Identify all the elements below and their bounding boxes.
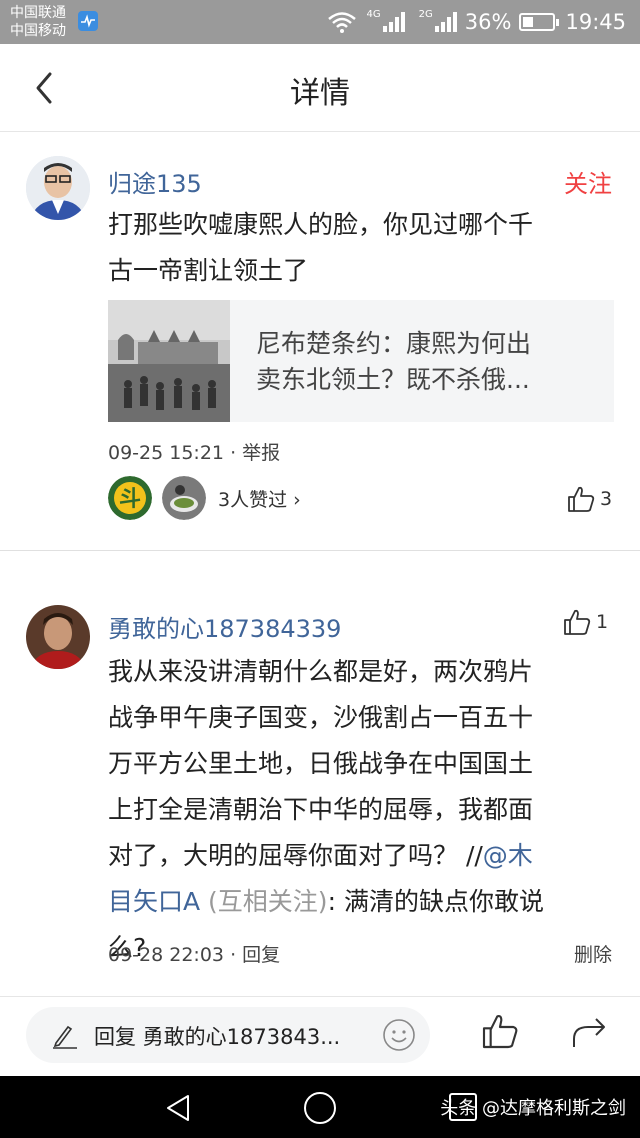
likers-row[interactable]: 斗 3人赞过 › xyxy=(108,475,301,521)
liker-avatar xyxy=(162,476,206,520)
share-icon[interactable] xyxy=(570,1015,610,1051)
nav-back-icon[interactable] xyxy=(162,1092,194,1124)
article-title-line: 卖东北领土？既不杀俄... xyxy=(256,365,530,394)
delete-button[interactable]: 删除 xyxy=(574,940,612,967)
likers-count[interactable]: 3人赞过 › xyxy=(218,485,301,512)
network-type-1: 4G xyxy=(366,8,381,20)
comment-root: 归途135 关注 打那些吹嘘康熙人的脸，你见过哪个千 古一帝割让领土了 尼布楚条… xyxy=(0,132,640,550)
mutual-follow-tag: (互相关注) xyxy=(200,887,328,916)
like-count: 3 xyxy=(600,488,613,510)
signal-icon-1 xyxy=(382,12,407,32)
timestamp: 09-28 22:03 xyxy=(108,944,225,966)
battery-icon xyxy=(519,13,560,31)
follow-button[interactable]: 关注 xyxy=(564,164,612,199)
bottom-bar: 回复 勇敢的心1873843... xyxy=(0,996,640,1076)
comment-meta: 09-25 15:21 · 举报 xyxy=(108,438,280,465)
carrier-1: 中国联通 xyxy=(10,5,66,21)
reply-input[interactable]: 回复 勇敢的心1873843... xyxy=(26,1007,430,1063)
like-count: 1 xyxy=(596,611,609,633)
carrier-info: 中国联通 中国移动 xyxy=(10,4,66,40)
comment-line-text: : 满清的缺点你敢说 xyxy=(327,887,544,916)
status-bar: 中国联通 中国移动 4G 2G 36% 19:45 xyxy=(0,0,640,44)
header: 详情 xyxy=(0,44,640,132)
battery-percent: 36% xyxy=(464,10,512,34)
pencil-icon xyxy=(53,1025,77,1049)
battery-fill xyxy=(523,17,534,27)
thumbs-up-icon xyxy=(568,486,595,512)
comment-line: 我从来没讲清朝什么都是好，两次鸦片 xyxy=(108,657,534,686)
comment-meta: 09-28 22:03 · 回复 xyxy=(108,940,280,967)
comment-line: 万平方公里土地，日俄战争在中国国土 xyxy=(108,749,534,778)
comment-line: 古一帝割让领土了 xyxy=(108,256,309,285)
wifi-icon xyxy=(327,12,356,33)
username[interactable]: 勇敢的心187384339 xyxy=(108,609,341,644)
watermark: 头条 @达摩格利斯之剑 xyxy=(440,1098,626,1119)
comment-line: 目矢口A (互相关注): 满清的缺点你敢说 xyxy=(108,879,544,925)
linked-article-card[interactable]: 尼布楚条约：康熙为何出 卖东北领土？既不杀俄... xyxy=(108,300,614,422)
reply-link[interactable]: · 回复 xyxy=(230,944,280,966)
status-right: 4G 2G 36% 19:45 xyxy=(327,8,626,36)
article-title-line: 尼布楚条约：康熙为何出 xyxy=(256,329,532,358)
system-nav-bar: 头条 @达摩格利斯之剑 xyxy=(0,1076,640,1138)
comment-line: 打那些吹嘘康熙人的脸，你见过哪个千 xyxy=(108,210,534,239)
like-button[interactable]: 1 xyxy=(562,607,608,637)
username[interactable]: 归途135 xyxy=(108,164,202,199)
liker-avatar: 斗 xyxy=(108,476,152,520)
comment-text: 打那些吹嘘康熙人的脸，你见过哪个千 古一帝割让领土了 xyxy=(108,202,533,294)
comment-line: 战争甲午庚子国变，沙俄割占一百五十 xyxy=(108,703,534,732)
comment-line: 对了，大明的屈辱你面对了吗？ //@木 xyxy=(108,833,544,879)
comment-text: 我从来没讲清朝什么都是好，两次鸦片 战争甲午庚子国变，沙俄割占一百五十 万平方公… xyxy=(108,649,544,971)
network-type-2: 2G xyxy=(418,8,433,20)
avatar[interactable] xyxy=(26,605,90,669)
clock: 19:45 xyxy=(565,10,626,34)
signal-icon-2 xyxy=(434,12,459,32)
like-button[interactable]: 3 xyxy=(566,484,612,514)
comment-reply: 勇敢的心187384339 1 我从来没讲清朝什么都是好，两次鸦片 战争甲午庚子… xyxy=(0,551,640,996)
timestamp: 09-25 15:21 xyxy=(108,442,225,464)
carrier-2: 中国移动 xyxy=(10,23,66,39)
thumbs-up-icon[interactable] xyxy=(480,1011,520,1051)
mention-link[interactable]: 目矢口A xyxy=(108,887,200,916)
report-link[interactable]: · 举报 xyxy=(230,442,280,464)
comment-line: 上打全是清朝治下中华的屈辱，我都面 xyxy=(108,795,534,824)
page-title: 详情 xyxy=(290,76,350,111)
thumbs-up-icon xyxy=(564,609,591,635)
reply-placeholder: 回复 勇敢的心1873843... xyxy=(94,1025,341,1049)
avatar[interactable] xyxy=(26,156,90,220)
article-thumbnail xyxy=(108,300,230,422)
mention-link[interactable]: @木 xyxy=(483,841,533,870)
health-app-icon xyxy=(78,11,98,31)
svg-text:斗: 斗 xyxy=(119,487,141,512)
article-title: 尼布楚条约：康熙为何出 卖东北领土？既不杀俄... xyxy=(256,326,594,398)
nav-home-icon[interactable] xyxy=(302,1090,338,1126)
emoji-icon[interactable] xyxy=(382,1018,416,1052)
comment-line-text: 对了，大明的屈辱你面对了吗？ // xyxy=(108,841,483,870)
